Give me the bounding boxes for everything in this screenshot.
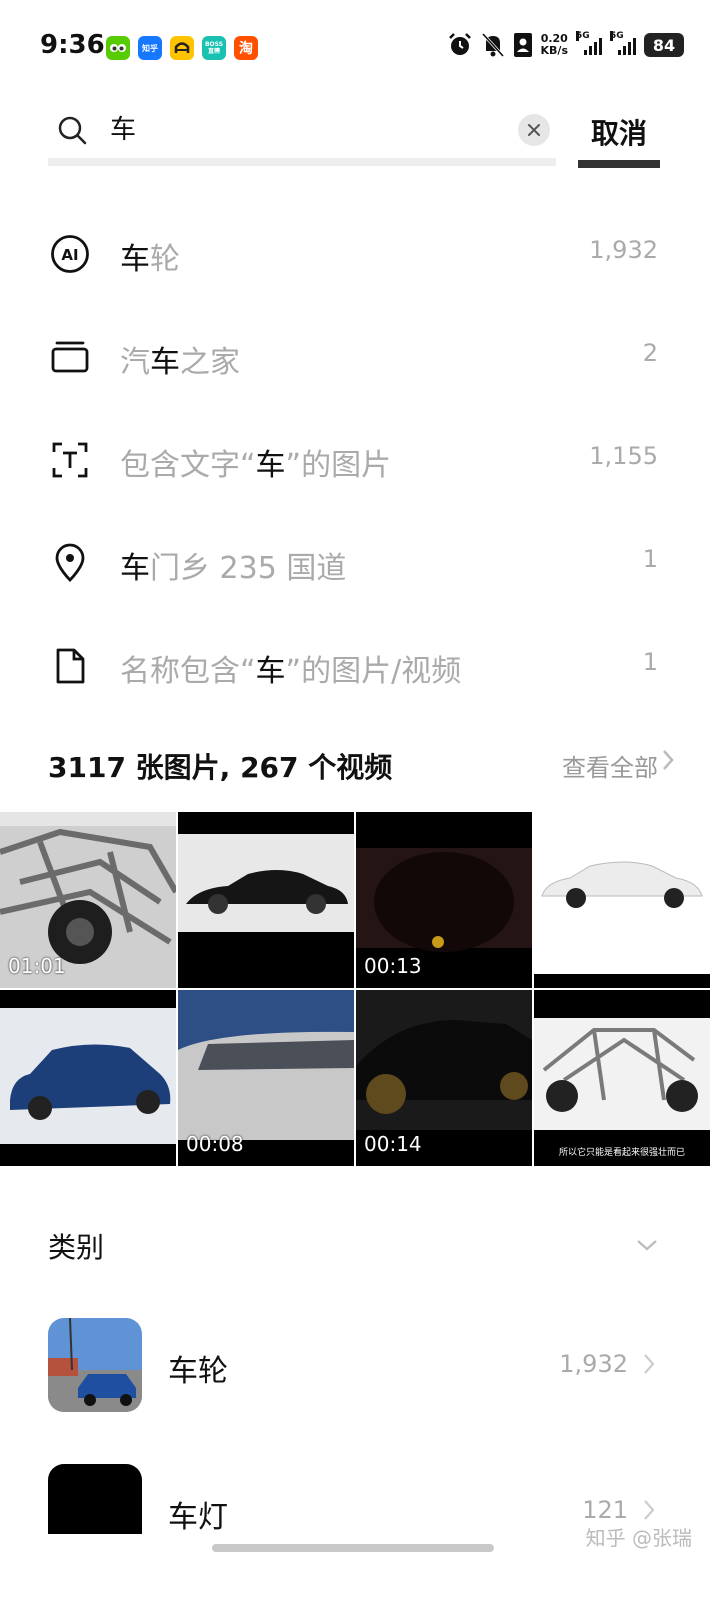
- suggestion-item[interactable]: 包含文字“车”的图片 1,155: [0, 408, 720, 512]
- media-tile[interactable]: [178, 812, 354, 988]
- boss-icon: BOSS直聘: [202, 36, 226, 60]
- media-tile[interactable]: [534, 812, 710, 988]
- status-time: 9:36: [40, 30, 105, 60]
- mute-bell-icon: [481, 32, 504, 58]
- app-icon-yellow: [170, 36, 194, 60]
- zhihu-icon: 知乎: [138, 36, 162, 60]
- svg-text:AI: AI: [61, 246, 78, 264]
- white-sedan-thumbnail: [534, 812, 710, 988]
- clear-search-button[interactable]: [518, 114, 550, 146]
- view-all-link[interactable]: 查看全部: [562, 748, 658, 783]
- black-sedan-thumbnail: [178, 812, 354, 988]
- video-caption: 所以它只能是看起来很强壮而已: [558, 1148, 685, 1158]
- cancel-button[interactable]: 取消: [578, 108, 660, 168]
- media-tile[interactable]: 01:01: [0, 812, 176, 988]
- file-icon: [56, 648, 85, 684]
- close-icon: [528, 124, 540, 136]
- video-duration: 00:08: [186, 1132, 244, 1156]
- media-tile[interactable]: 00:13: [356, 812, 532, 988]
- category-label: 车灯: [168, 1500, 228, 1535]
- category-item[interactable]: 车轮 1,932: [0, 1318, 720, 1418]
- suggestion-label: 车门乡 235 国道: [120, 551, 347, 586]
- category-count: 121: [582, 1496, 628, 1524]
- suggestion-label: 车轮: [120, 242, 180, 277]
- media-summary: 3117 张图片, 267 个视频 查看全部: [48, 746, 674, 786]
- suggestion-count: 1,932: [589, 236, 658, 264]
- search-header: 取消: [48, 100, 660, 170]
- duolingo-icon: [106, 36, 130, 60]
- suggestion-item[interactable]: 车门乡 235 国道 1: [0, 511, 720, 615]
- network-type-1: 5G: [576, 31, 590, 41]
- suggestion-count: 1: [642, 545, 658, 573]
- media-tile[interactable]: [0, 990, 176, 1166]
- watermark: 知乎 @张瑞: [585, 1526, 692, 1550]
- media-tile[interactable]: 00:14: [356, 990, 532, 1166]
- suggestion-label: 包含文字“车”的图片: [120, 448, 392, 483]
- status-bar: 9:36 知乎 BOSS直聘 淘 0.20 KB/s 5G 5G 84: [0, 0, 720, 96]
- suggestion-label: 汽车之家: [120, 345, 240, 380]
- suggestion-label: 名称包含“车”的图片/视频: [120, 654, 462, 689]
- location-pin-icon: [55, 543, 85, 582]
- search-icon: [58, 116, 87, 145]
- category-count: 1,932: [559, 1350, 628, 1378]
- search-box[interactable]: [48, 100, 556, 166]
- chevron-right-icon: [644, 1500, 655, 1520]
- ai-icon: AI: [51, 235, 89, 273]
- category-thumbnail: [48, 1318, 142, 1412]
- video-duration: 00:13: [364, 954, 422, 978]
- chevron-right-icon: [663, 750, 674, 770]
- text-scan-icon: [52, 442, 88, 478]
- battery-indicator: 84: [644, 33, 684, 57]
- network-type-2: 5G: [610, 31, 624, 41]
- category-section-title: 类别: [48, 1231, 105, 1264]
- suggestion-item[interactable]: 汽车之家 2: [0, 305, 720, 409]
- media-count-title: 3117 张图片, 267 个视频: [48, 751, 393, 784]
- suggestion-count: 2: [642, 339, 658, 367]
- media-tile[interactable]: 所以它只能是看起来很强壮而已: [534, 990, 710, 1166]
- chevron-right-icon: [644, 1354, 655, 1374]
- signal-strength-icon-1: 5G: [576, 31, 602, 55]
- alarm-icon: [448, 33, 471, 55]
- home-indicator[interactable]: [212, 1544, 494, 1552]
- video-duration: 00:14: [364, 1132, 422, 1156]
- suggestion-item[interactable]: AI 车轮 1,932: [0, 202, 720, 306]
- chevron-down-icon[interactable]: [636, 1238, 658, 1252]
- net-speed: 0.20 KB/s: [541, 33, 568, 57]
- blue-sedan-thumbnail: [0, 990, 176, 1166]
- buggy-thumbnail: [534, 990, 710, 1166]
- media-grid: 01:01 00:13 00:08 00:14 所以它只能是看起来很强壮而已: [0, 812, 720, 1166]
- suggestion-count: 1,155: [589, 442, 658, 470]
- category-label: 车轮: [168, 1354, 228, 1389]
- notification-app-icons: 知乎 BOSS直聘 淘: [106, 36, 258, 60]
- category-thumbnail: [48, 1464, 142, 1534]
- suggestion-item[interactable]: 名称包含“车”的图片/视频 1: [0, 614, 720, 718]
- video-duration: 01:01: [8, 954, 66, 978]
- id-card-icon: [513, 33, 532, 57]
- net-speed-unit: KB/s: [540, 44, 568, 57]
- search-input[interactable]: [110, 112, 500, 142]
- signal-strength-icon-2: 5G: [610, 31, 636, 55]
- status-right-group: 0.20 KB/s 5G 5G 84: [447, 31, 684, 58]
- media-tile[interactable]: 00:08: [178, 990, 354, 1166]
- album-icon: [51, 341, 89, 373]
- suggestion-count: 1: [642, 648, 658, 676]
- taobao-icon: 淘: [234, 36, 258, 60]
